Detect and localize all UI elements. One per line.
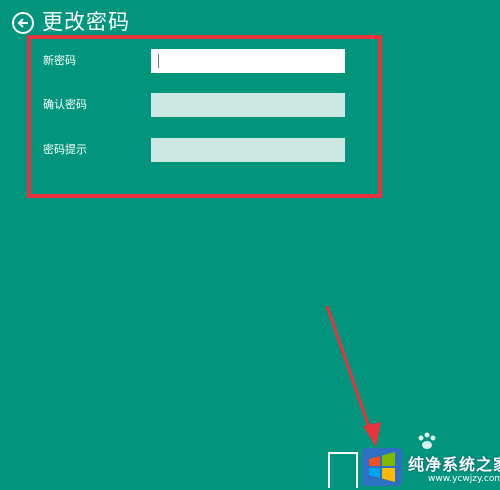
paw-icon: [418, 432, 436, 449]
annotation-arrow: [325, 305, 381, 447]
watermark-title: 纯净系统之家: [408, 455, 500, 474]
watermark-url: www.ycwjzy.com: [428, 474, 500, 484]
windows-logo-icon: [362, 448, 402, 486]
next-button[interactable]: [328, 452, 358, 488]
watermark: 纯净系统之家 www.ycwjzy.com: [358, 432, 500, 488]
